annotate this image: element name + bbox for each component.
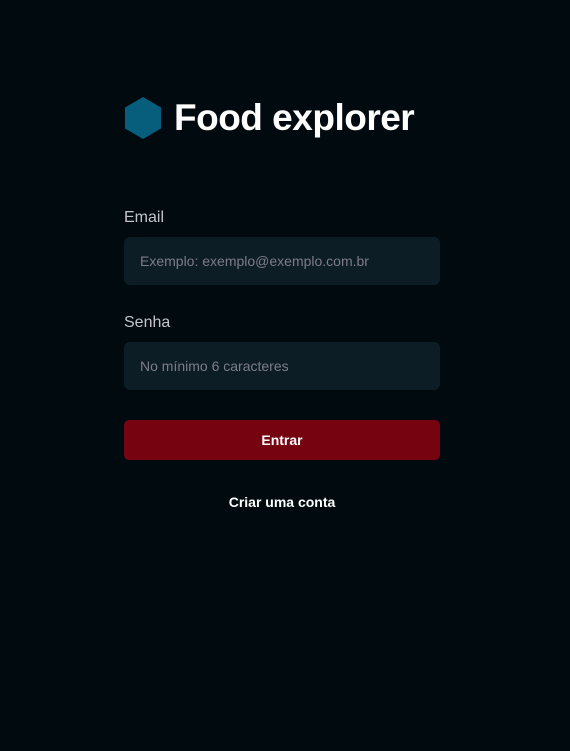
app-title: Food explorer	[174, 97, 415, 138]
password-input-box	[124, 342, 440, 390]
email-input[interactable]	[138, 252, 426, 270]
email-field-group: Email	[124, 208, 440, 285]
login-button[interactable]: Entrar	[124, 420, 440, 460]
password-input[interactable]	[138, 357, 426, 375]
password-label: Senha	[124, 314, 171, 331]
create-account-link[interactable]: Criar uma conta	[124, 493, 440, 511]
email-input-box	[124, 237, 440, 285]
login-form: Email Senha Entrar Criar uma conta	[124, 208, 440, 511]
hexagon-icon	[125, 97, 161, 139]
brand: Food explorer	[124, 96, 415, 140]
password-field-group: Senha	[124, 313, 440, 390]
email-label: Email	[124, 209, 165, 226]
login-page: Food explorer Email Senha Entrar Criar u…	[0, 0, 570, 751]
